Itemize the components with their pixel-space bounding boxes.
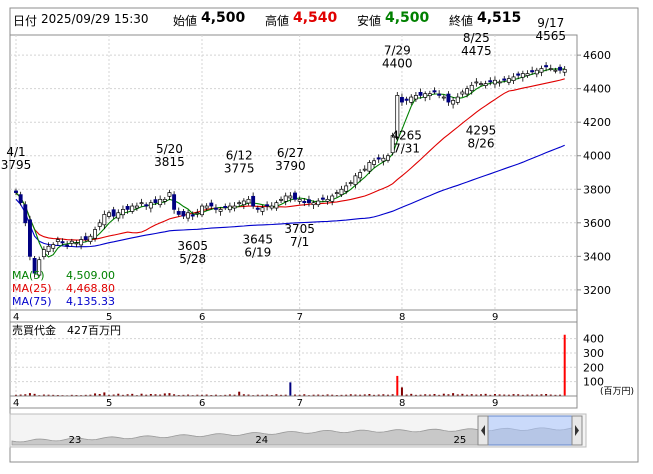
price-tick-label: 3600 bbox=[583, 217, 611, 230]
month-label: 9 bbox=[492, 312, 498, 323]
candlestick bbox=[200, 203, 204, 218]
annotation-label: 4295 bbox=[466, 123, 497, 137]
volume-month-label: 6 bbox=[199, 398, 205, 409]
annotation-label: 8/25 bbox=[463, 31, 490, 45]
annotation-label: 3605 bbox=[177, 239, 208, 253]
price-tick-label: 4000 bbox=[583, 150, 611, 163]
candlestick bbox=[28, 215, 32, 261]
month-label: 6 bbox=[199, 312, 205, 323]
price-tick-label: 3200 bbox=[583, 284, 611, 297]
price-tick-label: 4400 bbox=[583, 83, 611, 96]
annotation-label: 5/28 bbox=[179, 252, 206, 266]
annotation-label: 5/20 bbox=[156, 142, 183, 156]
chart-canvas: 4/137955/203815 6/1237756/2737907/2944008… bbox=[0, 0, 653, 470]
price-tick-label: 3400 bbox=[583, 250, 611, 263]
annotation-label: 6/12 bbox=[226, 148, 253, 162]
candlestick bbox=[23, 201, 28, 227]
annotation-label: 6/27 bbox=[277, 146, 304, 160]
annotation-label: 4565 bbox=[535, 29, 566, 43]
volume-month-label: 9 bbox=[492, 398, 498, 409]
volume-bar bbox=[289, 382, 292, 396]
navigator-year-label: 25 bbox=[453, 435, 466, 446]
volume-bar bbox=[103, 392, 106, 396]
annotation-label: 6/19 bbox=[244, 245, 271, 259]
annotation-label: 3645 bbox=[243, 232, 274, 246]
volume-bar bbox=[563, 334, 566, 396]
volume-bar bbox=[238, 391, 241, 396]
annotation-label: 3705 bbox=[284, 222, 315, 236]
volume-title: 売買代金 427百万円 bbox=[12, 323, 121, 337]
legend-ma5-label: MA(5) bbox=[12, 269, 45, 282]
annotation-label: 8/26 bbox=[468, 136, 495, 150]
annotation-label: 7/29 bbox=[384, 44, 411, 58]
annotation-label: 3790 bbox=[275, 159, 306, 173]
month-label: 7 bbox=[297, 312, 303, 323]
volume-month-label: 5 bbox=[106, 398, 112, 409]
annotation-label: 9/17 bbox=[537, 16, 564, 30]
volume-unit: (百万円) bbox=[600, 386, 634, 397]
volume-month-label: 4 bbox=[13, 398, 19, 409]
price-tick-label: 4600 bbox=[583, 49, 611, 62]
price-tick-label: 3800 bbox=[583, 183, 611, 196]
volume-tick-label: 400 bbox=[583, 333, 604, 346]
annotation-label: 3775 bbox=[224, 161, 255, 175]
legend-ma25-value: 4,468.80 bbox=[66, 282, 115, 295]
legend-ma75-value: 4,135.33 bbox=[66, 295, 115, 308]
volume-tick-label: 200 bbox=[583, 361, 604, 374]
annotation-label: 7/1 bbox=[290, 235, 309, 249]
annotation-label: 4/1 bbox=[6, 145, 25, 159]
navigator-right-handle[interactable] bbox=[571, 415, 583, 446]
navigator-year-label: 23 bbox=[69, 435, 82, 446]
month-label: 4 bbox=[13, 312, 19, 323]
annotation-label: 3815 bbox=[154, 155, 185, 169]
annotation-label: 4265 bbox=[391, 128, 422, 142]
volume-month-label: 8 bbox=[399, 398, 405, 409]
legend-ma5-value: 4,509.00 bbox=[66, 269, 115, 282]
navigator-year-label: 24 bbox=[255, 435, 268, 446]
price-tick-label: 4200 bbox=[583, 116, 611, 129]
navigator-left-handle[interactable] bbox=[477, 415, 489, 446]
volume-tick-label: 300 bbox=[583, 347, 604, 360]
annotation-label: 4400 bbox=[382, 57, 413, 71]
annotation-label: 3795 bbox=[1, 158, 32, 172]
volume-bar bbox=[400, 387, 403, 396]
volume-month-label: 7 bbox=[297, 398, 303, 409]
navigator-selection[interactable] bbox=[487, 415, 573, 446]
stock-chart-window: 4/1 3795 5/20 3815 6/12 3775 6/27 3790 7/29 4400 8… bbox=[0, 0, 653, 470]
volume-bar bbox=[396, 375, 399, 396]
month-label: 8 bbox=[399, 312, 405, 323]
legend-ma25-label: MA(25) bbox=[12, 282, 52, 295]
legend-ma75-label: MA(75) bbox=[12, 295, 52, 308]
volume-y-axis: 400300200100 bbox=[583, 333, 604, 389]
annotation-label: 4475 bbox=[461, 44, 492, 58]
annotation-label: 7/31 bbox=[393, 141, 420, 155]
month-label: 5 bbox=[106, 312, 112, 323]
